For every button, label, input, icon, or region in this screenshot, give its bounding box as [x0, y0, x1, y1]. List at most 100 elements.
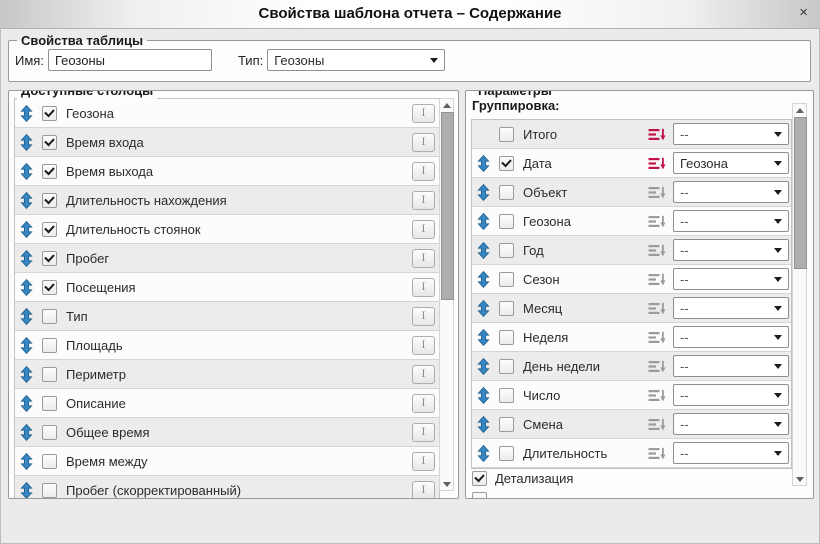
drag-handle-icon[interactable]	[20, 395, 33, 412]
sort-icon[interactable]	[648, 244, 667, 257]
drag-handle-icon[interactable]	[20, 192, 33, 209]
parameters-scrollbar[interactable]	[792, 103, 807, 486]
grouping-checkbox[interactable]	[499, 156, 514, 171]
scroll-down-button[interactable]	[793, 473, 806, 485]
drag-handle-icon[interactable]	[477, 184, 490, 201]
grouping-checkbox[interactable]	[499, 330, 514, 345]
grouping-checkbox[interactable]	[499, 243, 514, 258]
column-info-button[interactable]: I	[412, 249, 435, 268]
scroll-up-button[interactable]	[793, 104, 806, 116]
drag-handle-icon[interactable]	[477, 155, 490, 172]
grouping-checkbox[interactable]	[499, 214, 514, 229]
sort-icon[interactable]	[648, 447, 667, 460]
name-input[interactable]	[48, 49, 212, 71]
sort-icon[interactable]	[648, 273, 667, 286]
column-info-button[interactable]: I	[412, 133, 435, 152]
column-checkbox[interactable]	[42, 106, 57, 121]
sort-icon[interactable]	[648, 360, 667, 373]
drag-handle-icon[interactable]	[477, 271, 490, 288]
grouping-checkbox[interactable]	[499, 301, 514, 316]
drag-handle-icon[interactable]	[20, 279, 33, 296]
column-checkbox[interactable]	[42, 425, 57, 440]
column-checkbox[interactable]	[42, 222, 57, 237]
grouping-select[interactable]: --	[673, 355, 789, 377]
grouping-select[interactable]: Геозона	[673, 152, 789, 174]
grouping-select[interactable]: --	[673, 268, 789, 290]
drag-handle-icon[interactable]	[20, 366, 33, 383]
sort-icon[interactable]	[648, 128, 667, 141]
grouping-checkbox[interactable]	[499, 446, 514, 461]
column-checkbox[interactable]	[42, 309, 57, 324]
drag-handle-icon[interactable]	[477, 300, 490, 317]
grouping-select[interactable]: --	[673, 239, 789, 261]
clipped-checkbox[interactable]	[472, 492, 487, 499]
drag-handle-icon[interactable]	[20, 221, 33, 238]
column-checkbox[interactable]	[42, 338, 57, 353]
column-info-button[interactable]: I	[412, 481, 435, 500]
column-info-button[interactable]: I	[412, 336, 435, 355]
drag-handle-icon[interactable]	[477, 329, 490, 346]
grouping-checkbox[interactable]	[499, 359, 514, 374]
drag-handle-icon[interactable]	[477, 242, 490, 259]
drag-handle-icon[interactable]	[477, 213, 490, 230]
sort-icon[interactable]	[648, 331, 667, 344]
grouping-checkbox[interactable]	[499, 185, 514, 200]
drag-handle-icon[interactable]	[20, 105, 33, 122]
scroll-down-button[interactable]	[440, 478, 453, 490]
column-checkbox[interactable]	[42, 193, 57, 208]
drag-handle-icon[interactable]	[20, 163, 33, 180]
drag-handle-icon[interactable]	[20, 337, 33, 354]
column-info-button[interactable]: I	[412, 365, 435, 384]
column-checkbox[interactable]	[42, 251, 57, 266]
drag-handle-icon[interactable]	[20, 424, 33, 441]
column-checkbox[interactable]	[42, 483, 57, 498]
column-info-button[interactable]: I	[412, 162, 435, 181]
grouping-select[interactable]: --	[673, 297, 789, 319]
drag-handle-icon[interactable]	[20, 482, 33, 499]
column-info-button[interactable]: I	[412, 191, 435, 210]
detail-checkbox[interactable]	[472, 471, 487, 486]
grouping-checkbox[interactable]	[499, 417, 514, 432]
close-icon[interactable]: ×	[799, 5, 808, 21]
grouping-select[interactable]: --	[673, 326, 789, 348]
column-info-button[interactable]: I	[412, 104, 435, 123]
grouping-checkbox[interactable]	[499, 388, 514, 403]
grouping-select[interactable]: --	[673, 181, 789, 203]
columns-scrollbar[interactable]	[439, 98, 454, 491]
drag-handle-icon[interactable]	[20, 308, 33, 325]
column-checkbox[interactable]	[42, 396, 57, 411]
sort-icon[interactable]	[648, 302, 667, 315]
column-info-button[interactable]: I	[412, 307, 435, 326]
sort-icon[interactable]	[648, 186, 667, 199]
sort-icon[interactable]	[648, 418, 667, 431]
type-select[interactable]: Геозоны	[267, 49, 445, 71]
grouping-select[interactable]: --	[673, 384, 789, 406]
drag-handle-icon[interactable]	[477, 416, 490, 433]
column-info-button[interactable]: I	[412, 423, 435, 442]
drag-handle-icon[interactable]	[477, 445, 490, 462]
column-info-button[interactable]: I	[412, 278, 435, 297]
drag-handle-icon[interactable]	[20, 134, 33, 151]
grouping-checkbox[interactable]	[499, 272, 514, 287]
column-checkbox[interactable]	[42, 135, 57, 150]
scroll-thumb[interactable]	[441, 112, 454, 300]
column-checkbox[interactable]	[42, 454, 57, 469]
grouping-select[interactable]: --	[673, 442, 789, 464]
grouping-select[interactable]: --	[673, 210, 789, 232]
column-info-button[interactable]: I	[412, 394, 435, 413]
sort-icon[interactable]	[648, 389, 667, 402]
column-checkbox[interactable]	[42, 280, 57, 295]
grouping-select[interactable]: --	[673, 413, 789, 435]
column-info-button[interactable]: I	[412, 220, 435, 239]
column-checkbox[interactable]	[42, 367, 57, 382]
drag-handle-icon[interactable]	[20, 453, 33, 470]
grouping-checkbox[interactable]	[499, 127, 514, 142]
column-checkbox[interactable]	[42, 164, 57, 179]
scroll-thumb[interactable]	[794, 117, 807, 269]
column-info-button[interactable]: I	[412, 452, 435, 471]
sort-icon[interactable]	[648, 215, 667, 228]
drag-handle-icon[interactable]	[477, 387, 490, 404]
scroll-up-button[interactable]	[440, 99, 453, 111]
drag-handle-icon[interactable]	[20, 250, 33, 267]
sort-icon[interactable]	[648, 157, 667, 170]
